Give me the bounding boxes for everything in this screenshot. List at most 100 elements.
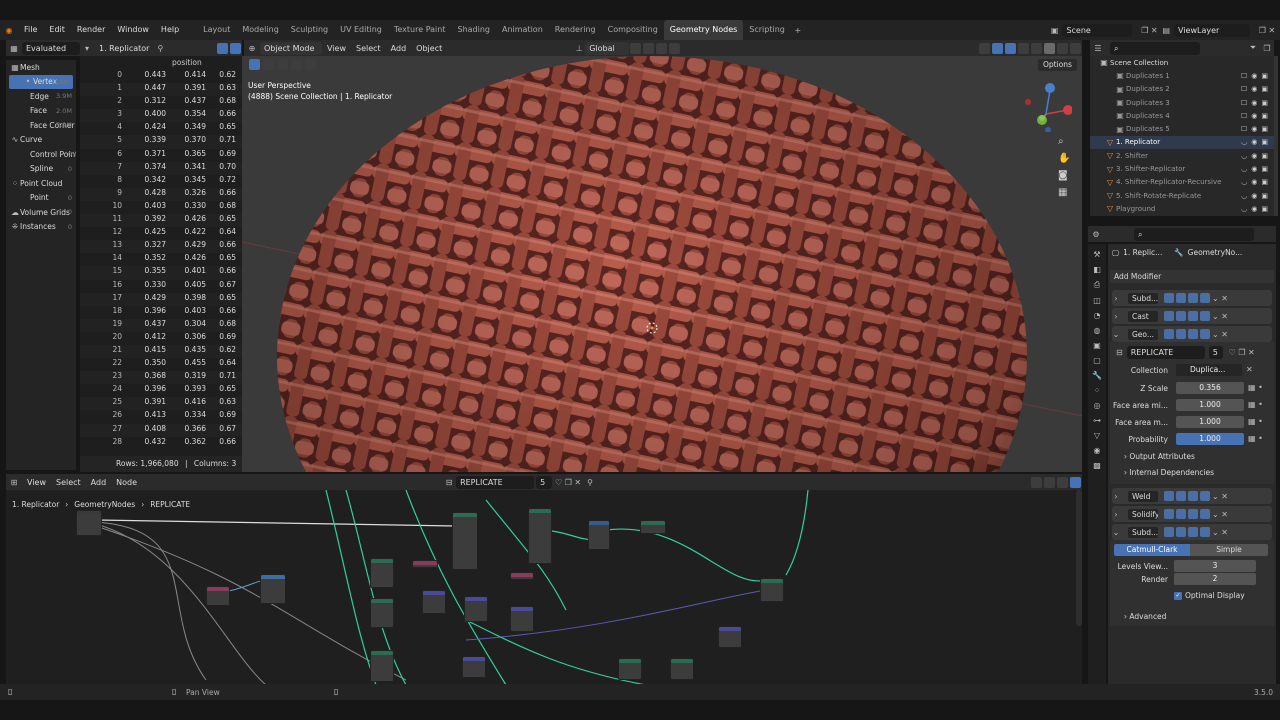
node-group-users[interactable]: 5 xyxy=(1208,346,1223,359)
scene-tab-icon[interactable]: ◔ xyxy=(1094,311,1101,320)
modifier-name[interactable]: Subd... xyxy=(1128,292,1158,304)
view-layer-icon[interactable]: ▤ xyxy=(1162,26,1170,35)
exclude-checkbox-icon[interactable]: ☐ xyxy=(1241,99,1247,107)
eye-icon[interactable]: ◉ xyxy=(1251,138,1257,146)
gizmo-icon[interactable] xyxy=(992,42,1003,54)
node-g[interactable] xyxy=(370,558,394,588)
viewport-menu-select[interactable]: Select xyxy=(351,44,386,53)
camera-icon[interactable]: ◙ xyxy=(1058,170,1070,181)
menu-window[interactable]: Window xyxy=(111,20,155,40)
render-camera-icon[interactable]: ▣ xyxy=(1261,178,1268,186)
tab-shading[interactable]: Shading xyxy=(451,20,496,40)
object-tab-icon[interactable]: ▢ xyxy=(1093,356,1101,365)
view-layer-new-icon[interactable]: ❐ ✕ xyxy=(1254,26,1280,35)
eye-icon[interactable]: ◉ xyxy=(1251,192,1257,200)
tab-geometry-nodes[interactable]: Geometry Nodes xyxy=(663,20,744,40)
modifier-tab-icon[interactable]: 🔧 xyxy=(1092,371,1102,380)
modifier-menu-icon[interactable]: ⌄ ✕ xyxy=(1210,492,1230,501)
attribute-toggle-icon[interactable]: ▦ • xyxy=(1248,400,1263,409)
domain-point[interactable]: Point 0 xyxy=(6,191,76,206)
outliner-scene-collection[interactable]: ▣ Scene Collection xyxy=(1090,56,1274,69)
tab-layout[interactable]: Layout xyxy=(197,20,236,40)
node-k[interactable] xyxy=(510,606,534,632)
new-collection-icon[interactable]: ❐ xyxy=(1260,44,1274,53)
node-d[interactable] xyxy=(640,520,666,534)
modifier-menu-icon[interactable]: ⌄ ✕ xyxy=(1210,528,1230,537)
outliner-filter-icon[interactable]: ⏷ xyxy=(1246,43,1260,53)
render-camera-icon[interactable]: ▣ xyxy=(1261,72,1268,80)
modifier-menu-icon[interactable]: ⌄ ✕ xyxy=(1210,312,1230,321)
eye-icon[interactable]: ◉ xyxy=(1251,152,1257,160)
snap-node-icon[interactable] xyxy=(1044,476,1055,488)
modifier-menu-icon[interactable]: ⌄ ✕ xyxy=(1210,510,1230,519)
transform-orientation-icon[interactable]: ⊥ xyxy=(573,44,585,53)
eye-icon[interactable]: ◉ xyxy=(1251,72,1257,80)
domain-vertex[interactable]: • Vertex 2.0M xyxy=(9,74,73,89)
input-value-field[interactable]: 1.000 xyxy=(1176,399,1244,411)
node-menu-view[interactable]: View xyxy=(22,478,51,487)
modifier-name[interactable]: Subd... xyxy=(1128,526,1158,538)
node-f[interactable] xyxy=(260,574,286,604)
attribute-toggle-icon[interactable]: ▦ • xyxy=(1248,383,1263,392)
outliner-collection[interactable]: ▣ Duplicates 4 ☐ ◉ ▣ xyxy=(1090,109,1274,122)
exclude-checkbox-icon[interactable]: ☐ xyxy=(1241,72,1247,80)
catmull-clark-tab[interactable]: Catmull-Clark xyxy=(1114,544,1190,556)
xray-icon[interactable] xyxy=(1018,42,1029,54)
domain-mesh[interactable]: ▦ Mesh xyxy=(6,60,76,75)
outliner-object[interactable]: ▽ 3. Shifter-Replicator ◡ ◉ ▣ xyxy=(1090,162,1274,175)
physics-tab-icon[interactable]: ◎ xyxy=(1094,401,1101,410)
domain-control-point[interactable]: Control Point 0 xyxy=(6,147,76,162)
grid-icon[interactable]: ▦ xyxy=(1058,187,1070,198)
optimal-display-checkbox[interactable]: ✓ Optimal Display xyxy=(1174,591,1245,600)
visibility-icon[interactable] xyxy=(979,42,990,54)
tab-animation[interactable]: Animation xyxy=(496,20,549,40)
particles-tab-icon[interactable]: ⁘ xyxy=(1094,386,1101,395)
tab-rendering[interactable]: Rendering xyxy=(549,20,602,40)
pin-icon[interactable]: ⚲ xyxy=(154,44,166,53)
node-tree-users[interactable]: 5 xyxy=(536,475,553,489)
selected-only-icon[interactable] xyxy=(217,42,228,54)
eye-icon[interactable]: ◉ xyxy=(1251,205,1257,213)
outliner-object[interactable]: ▽ 1. Replicator ◡ ◉ ▣ xyxy=(1090,135,1274,150)
domain-spline[interactable]: Spline 0 xyxy=(6,162,76,177)
hide-icon[interactable]: ◡ xyxy=(1241,205,1247,213)
domain-face-corner[interactable]: Face Corner 7.9M xyxy=(6,118,76,133)
tab-modeling[interactable]: Modeling xyxy=(236,20,284,40)
proportional-edit-icon[interactable] xyxy=(669,42,681,54)
node-menu-add[interactable]: Add xyxy=(86,478,112,487)
viewport-editor-type-icon[interactable]: ⊕ xyxy=(244,44,260,53)
domain-instances[interactable]: ⁜ Instances 0 xyxy=(6,220,76,235)
outliner-object[interactable]: ▽ Playground ◡ ◉ ▣ xyxy=(1090,202,1274,215)
tool-tab-icon[interactable]: ⚒ xyxy=(1093,250,1100,259)
properties-editor-type-icon[interactable]: ⚙ xyxy=(1088,230,1104,239)
properties-search-input[interactable]: ⌕ xyxy=(1134,227,1254,241)
render-camera-icon[interactable]: ▣ xyxy=(1261,165,1268,173)
modifier-menu-icon[interactable]: ⌄ ✕ xyxy=(1210,294,1230,303)
node-e[interactable] xyxy=(206,586,230,606)
input-value-field[interactable]: 1.000 xyxy=(1176,416,1244,428)
outliner-object[interactable]: ▽ 4. Shifter-Replicator-Recursive ◡ ◉ ▣ xyxy=(1090,176,1274,189)
evaluation-dropdown[interactable]: Evaluated xyxy=(22,41,80,55)
viewport-menu-add[interactable]: Add xyxy=(386,44,412,53)
tab-sculpting[interactable]: Sculpting xyxy=(285,20,334,40)
zoom-icon[interactable]: ⌕ xyxy=(1058,136,1070,147)
modifier-cast[interactable]: › Cast ⌄ ✕ xyxy=(1112,308,1272,324)
modifier-name[interactable]: Cast xyxy=(1128,310,1158,322)
node-l[interactable] xyxy=(718,626,742,648)
node-b[interactable] xyxy=(528,508,552,564)
modifier-subdivision[interactable]: › Subd... ⌄ ✕ xyxy=(1112,290,1272,306)
node-c[interactable] xyxy=(588,520,610,550)
eye-icon[interactable]: ◉ xyxy=(1251,125,1257,133)
view-layer-selector[interactable]: ViewLayer xyxy=(1174,23,1250,37)
3d-viewport[interactable]: User Perspective (4888) Scene Collection… xyxy=(242,56,1082,472)
outliner-collection[interactable]: ▣ Duplicates 2 ☐ ◉ ▣ xyxy=(1090,83,1274,96)
constraints-tab-icon[interactable]: ⊶ xyxy=(1093,416,1101,425)
add-modifier-dropdown[interactable]: Add Modifier xyxy=(1110,270,1274,283)
data-tab-icon[interactable]: ▽ xyxy=(1094,431,1100,440)
tab-scripting[interactable]: Scripting xyxy=(743,20,791,40)
menu-help[interactable]: Help xyxy=(155,20,185,40)
clear-collection-icon[interactable]: ✕ xyxy=(1246,365,1253,374)
render-camera-icon[interactable]: ▣ xyxy=(1261,85,1268,93)
eye-icon[interactable]: ◉ xyxy=(1251,112,1257,120)
outliner-editor-type-icon[interactable]: ☰ xyxy=(1090,44,1106,53)
